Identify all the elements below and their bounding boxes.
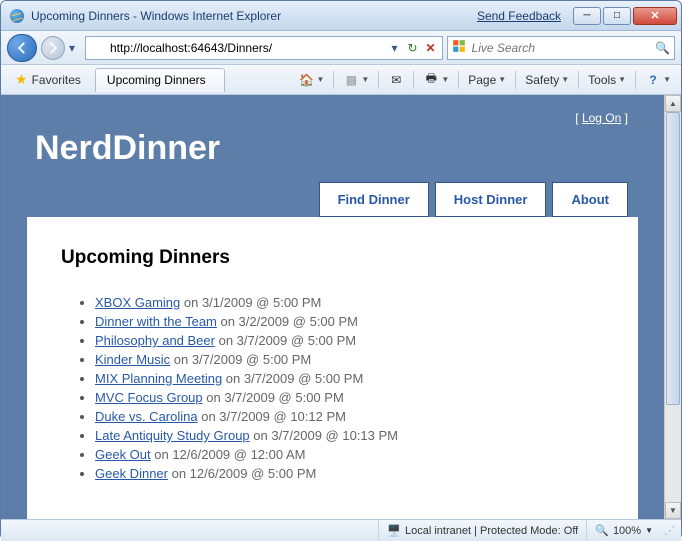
nav-toolbar: ▾ ▾ ↻ ✕ 🔍 bbox=[1, 31, 681, 65]
dinner-when: on 3/2/2009 @ 5:00 PM bbox=[217, 314, 358, 329]
dinner-when: on 3/7/2009 @ 5:00 PM bbox=[203, 390, 344, 405]
search-go-button[interactable]: 🔍 bbox=[655, 41, 670, 55]
star-icon: ★ bbox=[15, 71, 28, 88]
tab-find-dinner[interactable]: Find Dinner bbox=[319, 182, 429, 217]
dinner-link[interactable]: Philosophy and Beer bbox=[95, 333, 215, 348]
logon-link[interactable]: Log On bbox=[582, 111, 621, 125]
dinner-item: Geek Dinner on 12/6/2009 @ 5:00 PM bbox=[95, 466, 604, 481]
page-content: [ Log On ] NerdDinner Find Dinner Host D… bbox=[1, 95, 664, 519]
send-feedback-link[interactable]: Send Feedback bbox=[477, 9, 561, 23]
refresh-button[interactable]: ↻ bbox=[404, 41, 422, 55]
stop-button[interactable]: ✕ bbox=[422, 41, 440, 55]
dinner-when: on 3/7/2009 @ 10:13 PM bbox=[250, 428, 398, 443]
ie-favicon bbox=[9, 8, 25, 24]
window-titlebar: Upcoming Dinners - Windows Internet Expl… bbox=[1, 1, 681, 31]
home-icon: 🏠 bbox=[298, 72, 314, 88]
logon-area: [ Log On ] bbox=[27, 105, 638, 125]
print-button[interactable]: 🖶▼ bbox=[419, 70, 453, 90]
help-button[interactable]: ?▼ bbox=[641, 70, 675, 90]
scroll-track[interactable] bbox=[665, 112, 681, 502]
dinner-link[interactable]: Geek Out bbox=[95, 447, 151, 462]
intranet-icon: 🖥️ bbox=[387, 524, 401, 537]
maximize-button[interactable]: □ bbox=[603, 7, 631, 25]
tools-menu[interactable]: Tools▼ bbox=[584, 71, 630, 89]
dinner-link[interactable]: MIX Planning Meeting bbox=[95, 371, 222, 386]
dinner-list: XBOX Gaming on 3/1/2009 @ 5:00 PM Dinner … bbox=[61, 295, 604, 481]
dinner-when: on 3/7/2009 @ 5:00 PM bbox=[170, 352, 311, 367]
dinner-when: on 3/7/2009 @ 5:00 PM bbox=[215, 333, 356, 348]
page-menu[interactable]: Page▼ bbox=[464, 71, 510, 89]
page-heading: Upcoming Dinners bbox=[61, 247, 604, 269]
security-zone[interactable]: 🖥️ Local intranet | Protected Mode: Off bbox=[378, 520, 586, 541]
scroll-up-button[interactable]: ▲ bbox=[665, 95, 681, 112]
dinner-link[interactable]: XBOX Gaming bbox=[95, 295, 180, 310]
scroll-down-button[interactable]: ▼ bbox=[665, 502, 681, 519]
dinner-item: XBOX Gaming on 3/1/2009 @ 5:00 PM bbox=[95, 295, 604, 310]
search-input[interactable] bbox=[472, 41, 656, 55]
resize-grip[interactable]: ⋰ bbox=[661, 524, 675, 537]
feeds-button[interactable]: ▩▼ bbox=[339, 70, 373, 90]
address-dropdown[interactable]: ▾ bbox=[386, 41, 404, 55]
dinner-link[interactable]: Duke vs. Carolina bbox=[95, 409, 198, 424]
zoom-icon: 🔍 bbox=[595, 524, 609, 537]
mail-icon: ✉ bbox=[388, 72, 404, 88]
dinner-when: on 3/7/2009 @ 10:12 PM bbox=[198, 409, 346, 424]
dinner-link[interactable]: Geek Dinner bbox=[95, 466, 168, 481]
tab-title: Upcoming Dinners bbox=[107, 73, 206, 87]
nav-tabs: Find Dinner Host Dinner About bbox=[27, 182, 638, 217]
dinner-when: on 3/1/2009 @ 5:00 PM bbox=[180, 295, 321, 310]
dinner-link[interactable]: Dinner with the Team bbox=[95, 314, 217, 329]
rss-icon: ▩ bbox=[343, 72, 359, 88]
zoom-value: 100% bbox=[613, 525, 641, 537]
home-button[interactable]: 🏠▼ bbox=[294, 70, 328, 90]
help-icon: ? bbox=[645, 72, 661, 88]
forward-button[interactable] bbox=[41, 36, 65, 60]
search-provider-icon bbox=[452, 39, 468, 56]
favorites-button[interactable]: ★ Favorites bbox=[7, 69, 89, 90]
zoom-dropdown-icon: ▼ bbox=[645, 526, 653, 535]
dinner-item: Kinder Music on 3/7/2009 @ 5:00 PM bbox=[95, 352, 604, 367]
zone-text: Local intranet | Protected Mode: Off bbox=[405, 525, 578, 537]
site-brand: NerdDinner bbox=[35, 129, 638, 168]
dinner-when: on 3/7/2009 @ 5:00 PM bbox=[222, 371, 363, 386]
back-button[interactable] bbox=[7, 34, 37, 62]
readmail-button[interactable]: ✉ bbox=[384, 70, 408, 90]
dinner-item: MVC Focus Group on 3/7/2009 @ 5:00 PM bbox=[95, 390, 604, 405]
dinner-item: Geek Out on 12/6/2009 @ 12:00 AM bbox=[95, 447, 604, 462]
nav-history-dropdown[interactable]: ▾ bbox=[69, 41, 81, 55]
url-input[interactable] bbox=[110, 38, 386, 58]
dinner-item: Late Antiquity Study Group on 3/7/2009 @… bbox=[95, 428, 604, 443]
safety-menu[interactable]: Safety▼ bbox=[521, 71, 573, 89]
content-viewport: [ Log On ] NerdDinner Find Dinner Host D… bbox=[1, 95, 681, 519]
print-icon: 🖶 bbox=[423, 72, 439, 88]
zoom-control[interactable]: 🔍 100% ▼ bbox=[586, 520, 661, 541]
scroll-thumb[interactable] bbox=[666, 112, 680, 405]
window-title: Upcoming Dinners - Windows Internet Expl… bbox=[31, 9, 477, 23]
browser-tab[interactable]: Upcoming Dinners bbox=[95, 68, 225, 92]
search-bar: 🔍 bbox=[447, 36, 675, 60]
dinner-link[interactable]: Kinder Music bbox=[95, 352, 170, 367]
favorites-label: Favorites bbox=[32, 73, 81, 87]
dinner-item: Philosophy and Beer on 3/7/2009 @ 5:00 P… bbox=[95, 333, 604, 348]
close-button[interactable]: ✕ bbox=[633, 7, 677, 25]
dinner-when: on 12/6/2009 @ 5:00 PM bbox=[168, 466, 316, 481]
dinner-item: Dinner with the Team on 3/2/2009 @ 5:00 … bbox=[95, 314, 604, 329]
dinner-when: on 12/6/2009 @ 12:00 AM bbox=[151, 447, 306, 462]
status-bar: 🖥️ Local intranet | Protected Mode: Off … bbox=[1, 519, 681, 541]
address-bar: ▾ ↻ ✕ bbox=[85, 36, 443, 60]
tab-about[interactable]: About bbox=[552, 182, 628, 217]
command-toolbar: ★ Favorites Upcoming Dinners 🏠▼ ▩▼ ✉ 🖶▼ … bbox=[1, 65, 681, 95]
dinner-link[interactable]: Late Antiquity Study Group bbox=[95, 428, 250, 443]
dinner-link[interactable]: MVC Focus Group bbox=[95, 390, 203, 405]
tab-host-dinner[interactable]: Host Dinner bbox=[435, 182, 547, 217]
dinner-item: MIX Planning Meeting on 3/7/2009 @ 5:00 … bbox=[95, 371, 604, 386]
minimize-button[interactable]: ─ bbox=[573, 7, 601, 25]
dinner-item: Duke vs. Carolina on 3/7/2009 @ 10:12 PM bbox=[95, 409, 604, 424]
vertical-scrollbar[interactable]: ▲ ▼ bbox=[664, 95, 681, 519]
